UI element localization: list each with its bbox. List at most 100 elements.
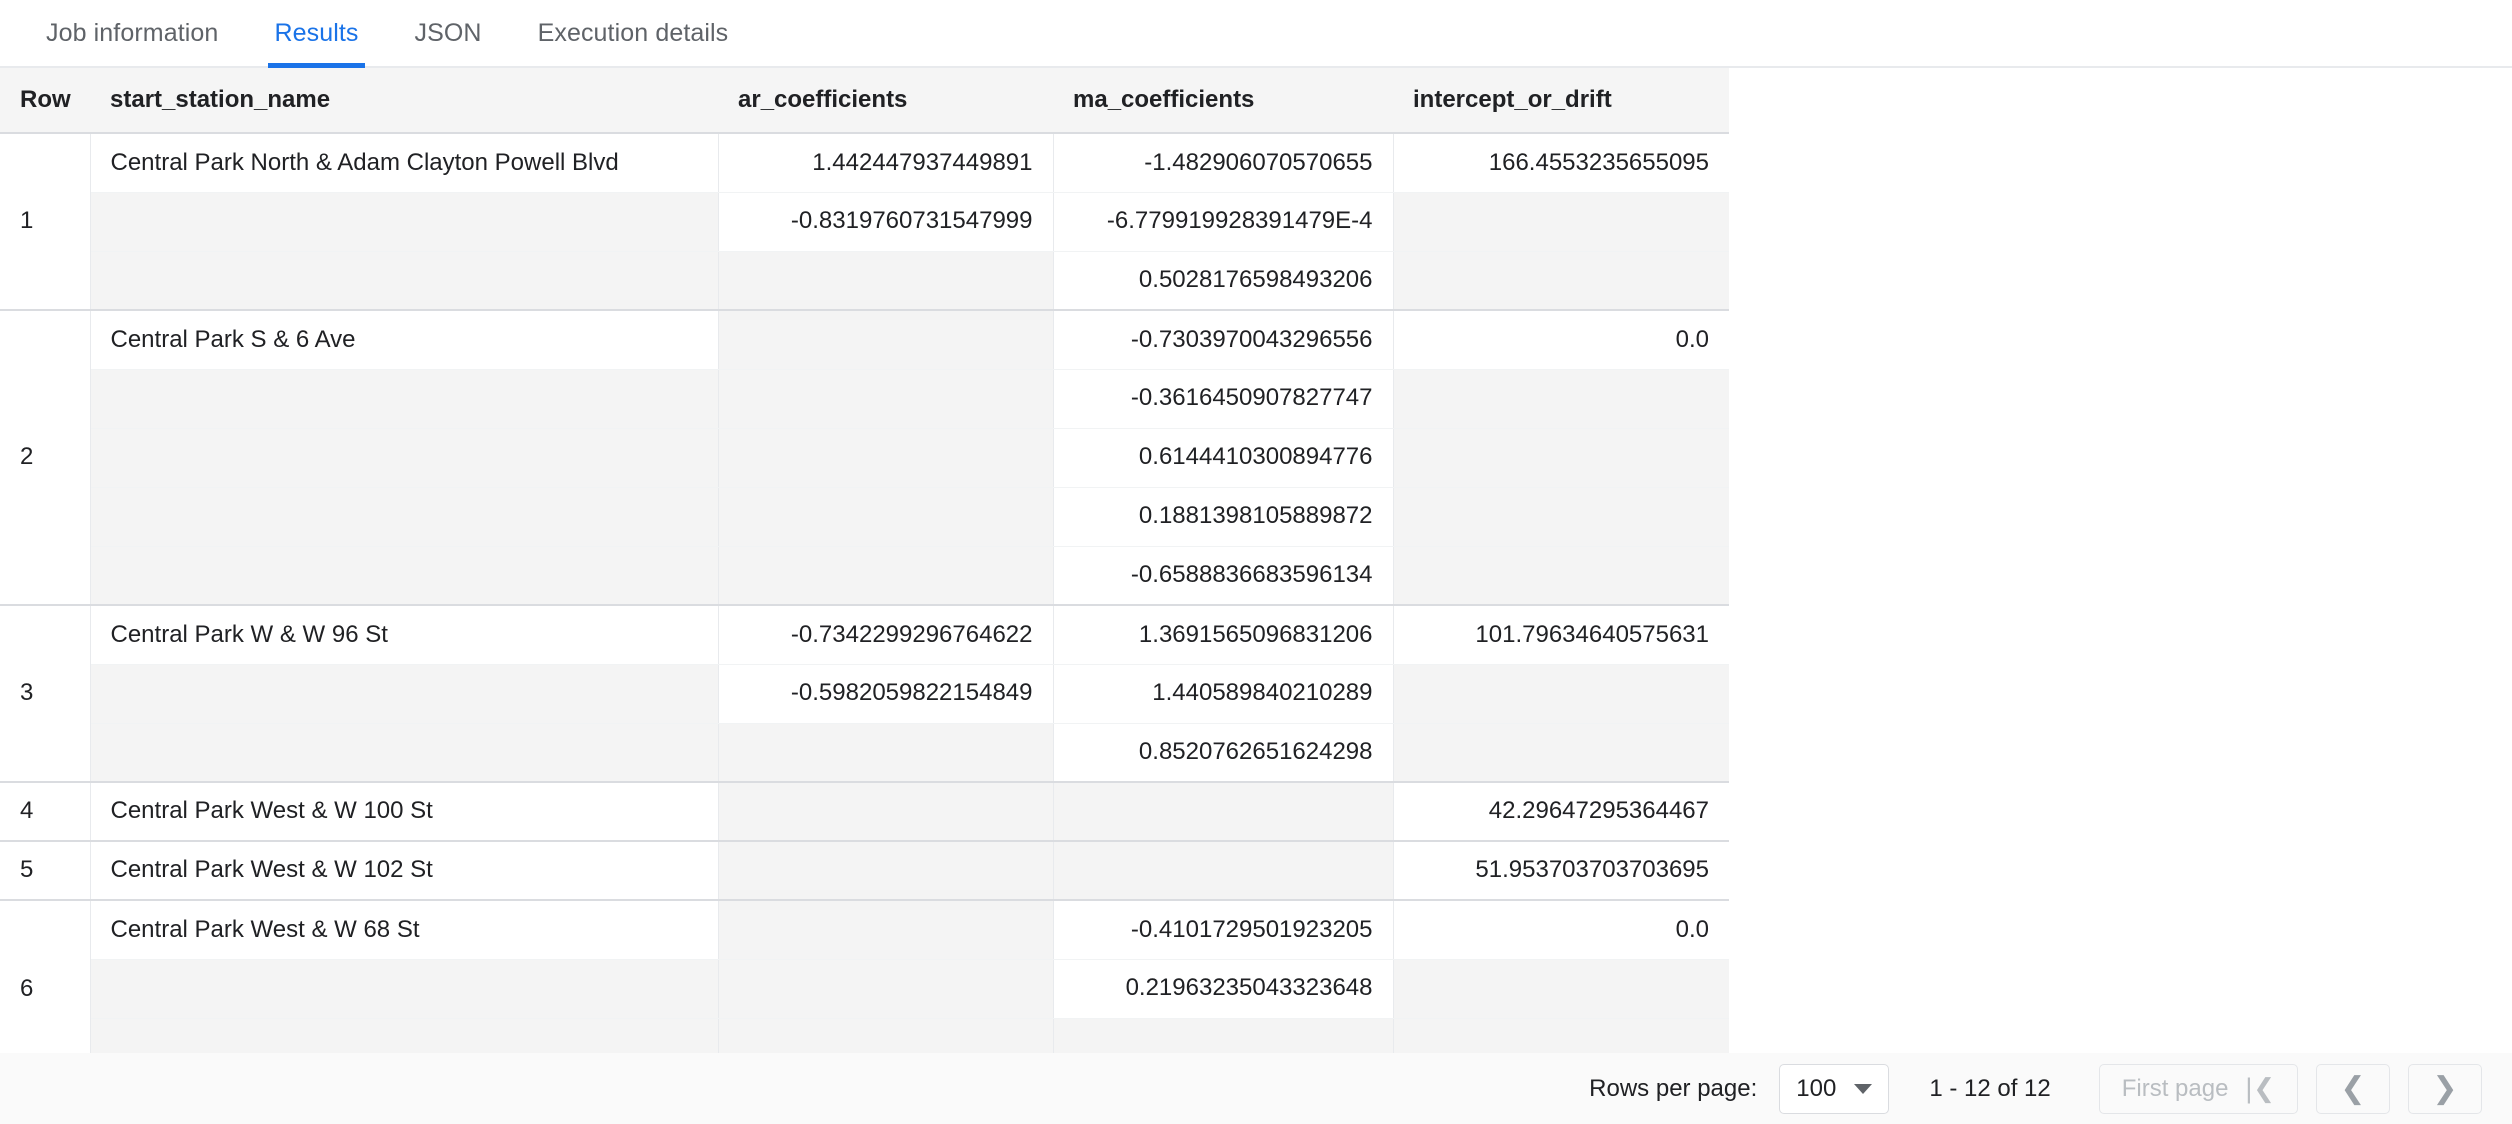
table-row[interactable]: -0.8319760731547999 -6.779919928391479E-4 [0,192,1729,252]
table-row[interactable]: 3 Central Park W & W 96 St -0.734229929676… [0,604,1729,783]
table-row[interactable]: 0.1881398105889872 [0,487,1729,547]
next-page-button[interactable]: ❯ [2408,1063,2482,1114]
cell-intercept-or-drift: 0.0 [1393,309,1729,370]
table-row[interactable]: -0.6588836683596134 [0,546,1729,606]
col-header-start-station-name[interactable]: start_station_name [90,68,718,134]
table-row[interactable]: 0.5028176598493206 [0,251,1729,311]
cell-intercept-or-drift [1393,546,1729,606]
cell-intercept-or-drift [1393,192,1729,252]
tab-label: JSON [414,18,482,47]
cell-intercept-or-drift: 42.29647295364467 [1393,781,1729,842]
results-table-body: 1 Central Park North & Adam Clayton Powel… [0,132,1729,1053]
cell-row-number: 1 [0,132,91,311]
col-header-row[interactable]: Row [0,68,90,134]
table-row[interactable]: 0.6144410300894776 [0,428,1729,488]
cell-start-station-name [90,664,719,724]
tab-label: Job information [46,18,219,47]
tab-results[interactable]: Results [246,0,386,68]
cell-intercept-or-drift [1393,487,1729,547]
cell-ar-coefficient [718,369,1054,429]
cell-intercept-or-drift: 51.953703703703695 [1393,840,1729,901]
cell-ma-coefficient: -0.6588836683596134 [1053,546,1394,606]
col-header-ar-coefficients[interactable]: ar_coefficients [718,68,1053,134]
cell-intercept-or-drift [1393,428,1729,488]
col-header-intercept-or-drift[interactable]: intercept_or_drift [1393,68,1729,134]
cell-row-number: 5 [0,840,91,901]
cell-ar-coefficient [718,959,1054,1019]
rows-per-page-label: Rows per page: [1589,1074,1758,1102]
cell-intercept-or-drift: 166.4553235655095 [1393,132,1729,193]
cell-start-station-name: Central Park West & W 102 St [90,840,719,901]
results-table-container[interactable]: Row start_station_name ar_coefficients m… [0,68,2512,1053]
table-row[interactable]: 2 Central Park S & 6 Ave -0.73039700432965… [0,309,1729,606]
cell-ma-coefficient: -0.7303970043296556 [1053,309,1394,370]
rows-per-page-value: 100 [1796,1074,1837,1102]
cell-ar-coefficient [718,1018,1054,1053]
cell-ma-coefficient: 0.5028176598493206 [1053,251,1394,311]
cell-ma-coefficient [1053,1018,1394,1053]
cell-start-station-name: Central Park W & W 96 St [90,604,719,665]
cell-ma-coefficient [1053,840,1394,901]
cell-row-number: 4 [0,781,91,842]
first-page-label: First page [2121,1074,2229,1102]
table-row[interactable]: 4 Central Park West & W 100 St 42.29647295… [0,781,1729,842]
cell-ar-coefficient [718,723,1054,783]
tab-label: Results [274,18,359,47]
previous-page-button[interactable]: ❮ [2316,1063,2390,1114]
cell-intercept-or-drift [1393,251,1729,311]
cell-ar-coefficient: -0.5982059822154849 [718,664,1054,724]
tab-label: Execution details [537,18,729,47]
table-header-row: Row start_station_name ar_coefficients m… [0,68,1729,134]
cell-row-number: 2 [0,309,91,606]
table-row[interactable]: 0.8520762651624298 [0,723,1729,783]
col-header-ma-coefficients[interactable]: ma_coefficients [1053,68,1393,134]
cell-start-station-name [90,959,719,1019]
cell-ar-coefficient [718,309,1054,370]
cell-intercept-or-drift [1393,723,1729,783]
first-page-button[interactable]: First page |❮ [2098,1063,2298,1114]
results-table-head: Row start_station_name ar_coefficients m… [0,68,1729,134]
cell-start-station-name [90,723,719,783]
cell-ma-coefficient: 0.21963235043323648 [1053,959,1394,1019]
table-row[interactable]: 0.21963235043323648 [0,959,1729,1019]
results-table: Row start_station_name ar_coefficients m… [0,68,1729,1053]
cell-ar-coefficient [718,251,1054,311]
cell-start-station-name [90,1018,719,1053]
cell-row-number: 3 [0,604,91,783]
cell-intercept-or-drift: 0.0 [1393,899,1729,960]
cell-start-station-name [90,487,719,547]
table-row[interactable]: -0.5982059822154849 1.440589840210289 [0,664,1729,724]
cell-intercept-or-drift: 101.79634640575631 [1393,604,1729,665]
tab-execution-details[interactable]: Execution details [510,0,757,66]
cell-ar-coefficient: -0.8319760731547999 [718,192,1054,252]
cell-start-station-name: Central Park West & W 100 St [90,781,719,842]
cell-ar-coefficient: 1.442447937449891 [718,132,1054,193]
cell-start-station-name [90,251,719,311]
tab-job-information[interactable]: Job information [18,0,246,66]
rows-per-page-select[interactable]: 100 [1779,1063,1890,1114]
cell-ma-coefficient: -0.4101729501923205 [1053,899,1394,960]
cell-ma-coefficient: 1.3691565096831206 [1053,604,1394,665]
cell-intercept-or-drift [1393,959,1729,1019]
chevron-right-icon: ❯ [2432,1070,2458,1106]
cell-ma-coefficient: 0.1881398105889872 [1053,487,1394,547]
chevron-left-icon: ❮ [2340,1070,2366,1106]
cell-intercept-or-drift [1393,1018,1729,1053]
cell-start-station-name: Central Park North & Adam Clayton Powell… [90,132,719,193]
cell-start-station-name: Central Park West & W 68 St [90,899,719,960]
table-row[interactable]: -0.3616450907827747 [0,369,1729,429]
table-row[interactable]: 6 Central Park West & W 68 St -0.410172950… [0,899,1729,1053]
tab-json[interactable]: JSON [387,0,510,66]
cell-ma-coefficient: -1.482906070570655 [1053,132,1394,193]
cell-ar-coefficient [718,781,1054,842]
table-row[interactable]: 5 Central Park West & W 102 St 51.95370370… [0,840,1729,901]
cell-ar-coefficient [718,428,1054,488]
cell-ma-coefficient: 0.8520762651624298 [1053,723,1394,783]
cell-row-number: 6 [0,899,91,1053]
table-row[interactable] [0,1018,1729,1053]
cell-start-station-name [90,192,719,252]
cell-ma-coefficient: 1.440589840210289 [1053,664,1394,724]
cell-ma-coefficient: -6.779919928391479E-4 [1053,192,1394,252]
table-row[interactable]: 1 Central Park North & Adam Clayton Powel… [0,132,1729,311]
cell-intercept-or-drift [1393,369,1729,429]
